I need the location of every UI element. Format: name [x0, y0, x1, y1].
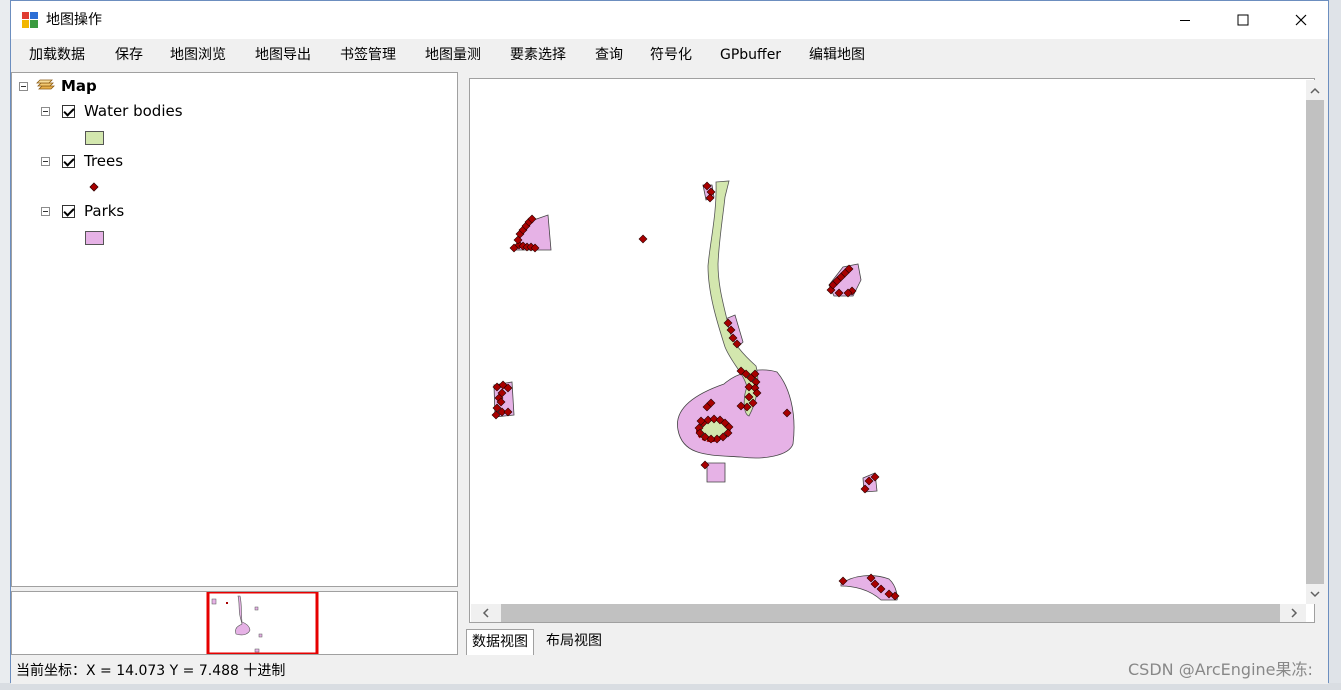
- menu-map-measure[interactable]: 地图量测: [423, 45, 483, 65]
- maximize-button[interactable]: [1214, 1, 1272, 39]
- coordinate-readout: 当前坐标：X = 14.073 Y = 7.488 十进制: [16, 663, 286, 679]
- toc-layer-row[interactable]: Trees: [41, 151, 123, 171]
- csdn-watermark: CSDN @ArcEngine果冻:: [1128, 660, 1313, 679]
- minimize-button[interactable]: [1156, 1, 1214, 39]
- chevron-right-icon[interactable]: [1285, 604, 1303, 622]
- menu-map-export[interactable]: 地图导出: [253, 45, 313, 65]
- desktop-background-left: [0, 0, 10, 690]
- toc-root-row[interactable]: Map: [19, 76, 97, 96]
- toc-root-label: Map: [61, 77, 97, 95]
- map-app-icon: [22, 12, 38, 28]
- map-canvas: [491, 180, 900, 601]
- toc-layer-row[interactable]: Parks: [41, 201, 124, 221]
- layer-label-parks: Parks: [84, 202, 125, 220]
- overview-map-canvas: [206, 592, 319, 654]
- tree-point: [638, 234, 648, 244]
- title-bar: 地图操作: [11, 1, 1328, 39]
- menu-symbolize[interactable]: 符号化: [648, 45, 694, 65]
- park-polygon: [677, 369, 795, 459]
- desktop-background-right: [1329, 0, 1341, 690]
- collapse-icon[interactable]: [19, 81, 28, 91]
- minimize-icon: [1180, 20, 1190, 21]
- desktop-background-bottom: [0, 683, 1341, 690]
- tree-point-symbol-icon: [89, 182, 99, 192]
- menu-feature-select[interactable]: 要素选择: [508, 45, 568, 65]
- trees-layer: [491, 181, 900, 601]
- overview-extent-box: [206, 592, 319, 654]
- map-view[interactable]: [469, 78, 1315, 623]
- main-window: 地图操作 加载数据 保存 地图浏览 地图导出 书签管理 地图量测 要素选择 查询…: [10, 0, 1329, 684]
- layers-icon: [36, 79, 55, 90]
- layer-visibility-checkbox[interactable]: [62, 104, 75, 118]
- menu-edit-map[interactable]: 编辑地图: [807, 45, 867, 65]
- maximize-icon: [1237, 14, 1249, 26]
- window-title: 地图操作: [46, 12, 102, 28]
- menu-gpbuffer[interactable]: GPbuffer: [718, 45, 783, 65]
- park-polygon-symbol-icon: [85, 231, 104, 245]
- chevron-left-icon[interactable]: [477, 604, 495, 622]
- tab-data-view[interactable]: 数据视图: [466, 629, 534, 655]
- water-polygon-symbol-icon: [85, 131, 104, 145]
- menu-save[interactable]: 保存: [113, 45, 145, 65]
- horizontal-scrollbar[interactable]: [471, 604, 1306, 622]
- tab-layout-view[interactable]: 布局视图: [541, 629, 607, 655]
- collapse-icon[interactable]: [41, 106, 50, 116]
- layer-visibility-checkbox[interactable]: [62, 154, 75, 168]
- menu-query[interactable]: 查询: [593, 45, 625, 65]
- park-polygon: [706, 462, 726, 483]
- chevron-down-icon[interactable]: [1306, 585, 1324, 603]
- chevron-up-icon[interactable]: [1306, 82, 1324, 100]
- menu-bookmark[interactable]: 书签管理: [338, 45, 398, 65]
- menu-bar: 加载数据 保存 地图浏览 地图导出 书签管理 地图量测 要素选择 查询 符号化 …: [11, 39, 1328, 71]
- layer-label-trees: Trees: [84, 152, 124, 170]
- collapse-icon[interactable]: [41, 156, 50, 166]
- collapse-icon[interactable]: [41, 206, 50, 216]
- menu-map-browse[interactable]: 地图浏览: [168, 45, 228, 65]
- layer-label-water-bodies: Water bodies: [84, 102, 183, 120]
- close-button[interactable]: [1272, 1, 1330, 39]
- layer-visibility-checkbox[interactable]: [62, 204, 75, 218]
- close-icon: [1295, 14, 1307, 26]
- vertical-scrollbar[interactable]: [1306, 80, 1324, 604]
- horizontal-scroll-thumb[interactable]: [501, 604, 1280, 622]
- toc-layer-row[interactable]: Water bodies: [41, 101, 183, 121]
- toc-panel: Map Water bodies Trees Parks: [11, 72, 458, 587]
- vertical-scroll-thumb[interactable]: [1306, 100, 1324, 584]
- parks-layer: [493, 184, 898, 601]
- menu-load-data[interactable]: 加载数据: [27, 45, 87, 65]
- overview-map[interactable]: [11, 591, 458, 655]
